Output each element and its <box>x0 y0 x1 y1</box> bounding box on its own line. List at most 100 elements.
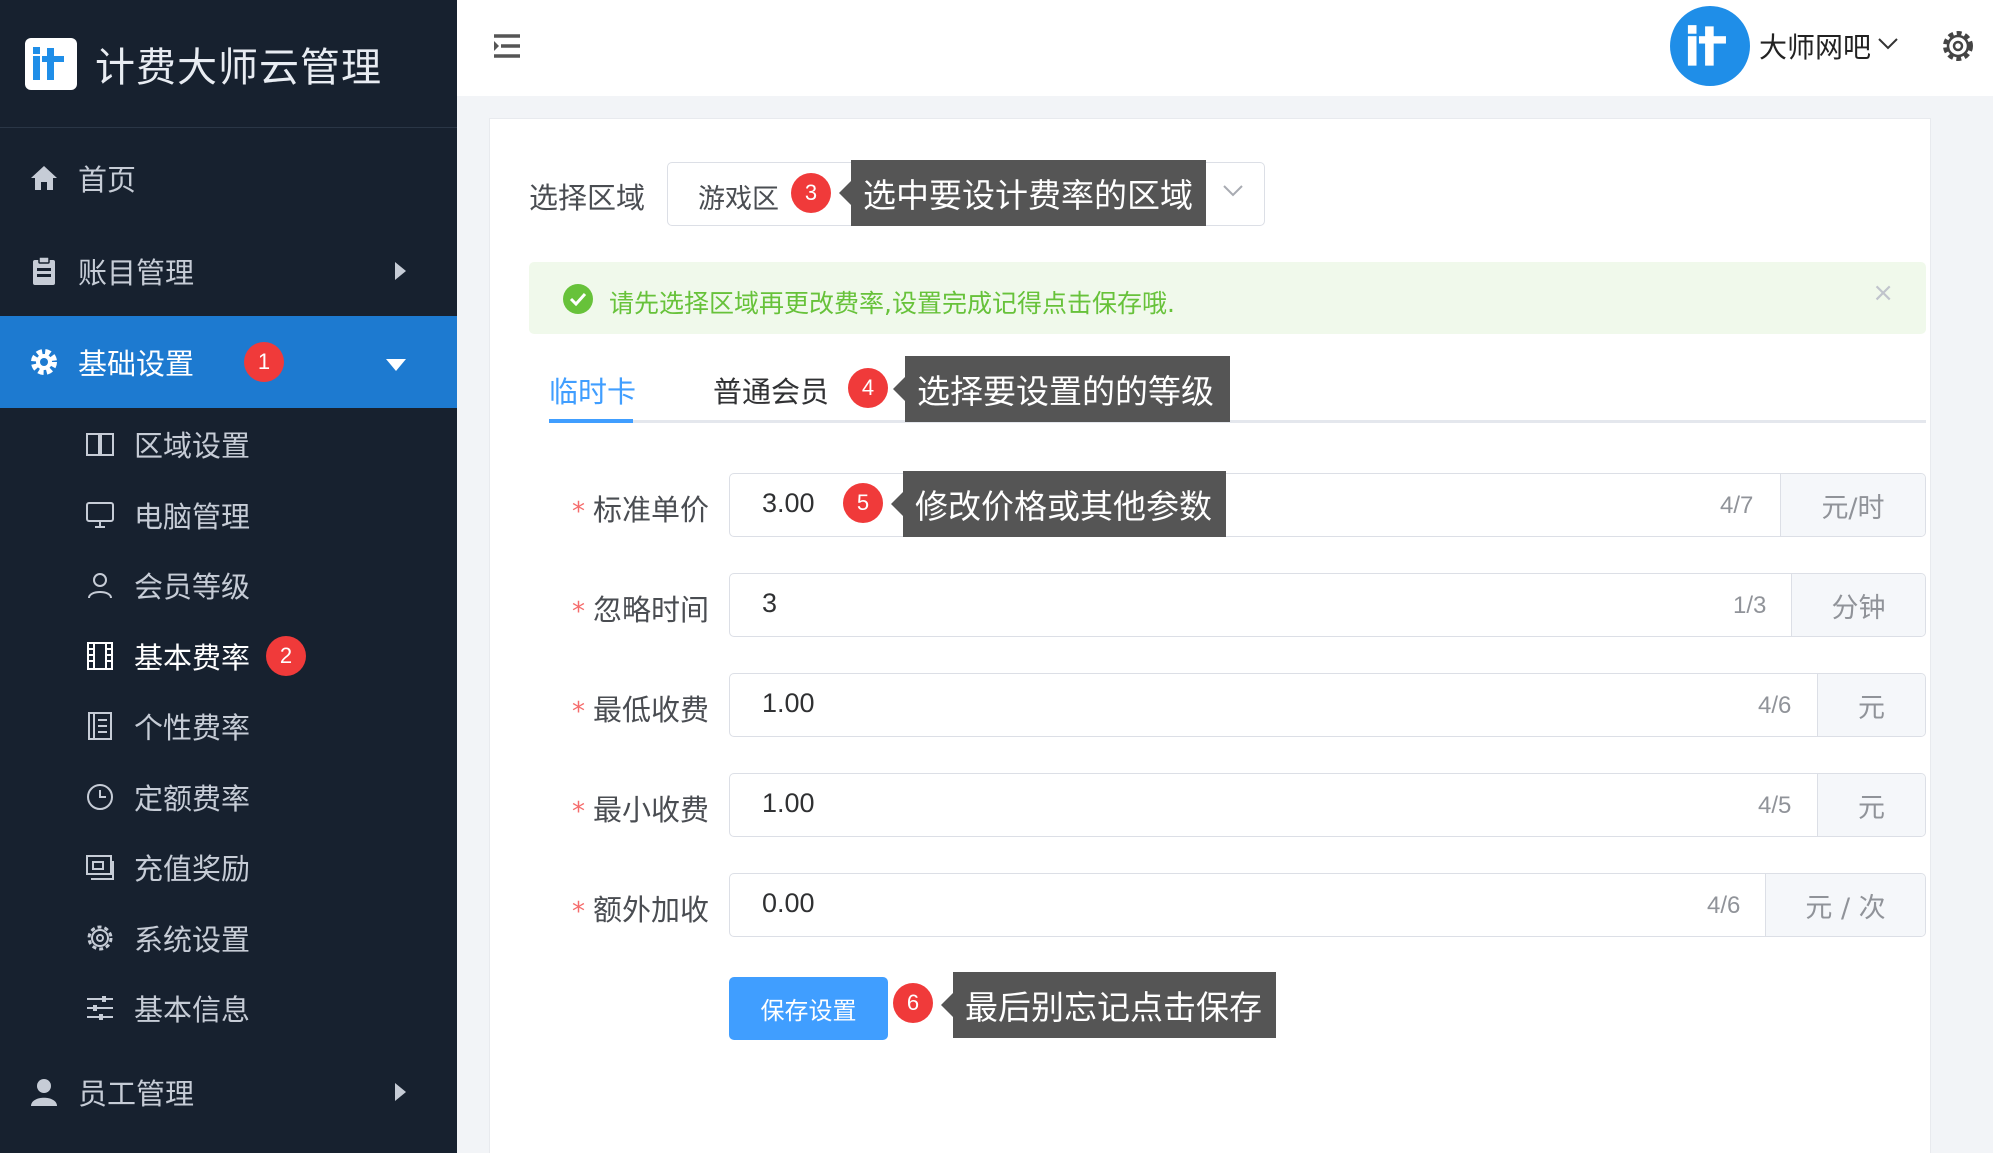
menu-accounts[interactable]: 账目管理 <box>0 225 457 317</box>
minimum-charge-input[interactable]: 1.00 4/6 元 <box>729 673 1926 737</box>
topbar: 大师网吧 <box>457 0 1993 96</box>
info-alert: 请先选择区域再更改费率,设置完成记得点击保存哦. × <box>529 262 1926 334</box>
field-label-ignore-time: * 忽略时间 <box>572 593 710 627</box>
minimum-charge-value: 1.00 <box>762 688 815 718</box>
menu-staff[interactable]: 员工管理 <box>0 1046 457 1138</box>
field-label-standard-price: * 标准单价 <box>572 493 710 527</box>
region-select-value: 游戏区 <box>698 184 779 215</box>
person-icon <box>84 569 116 601</box>
list-icon <box>84 710 116 742</box>
callout-select-region: 选中要设计费率的区域 <box>851 160 1206 226</box>
submenu-label: 充值奖励 <box>134 852 251 886</box>
smallest-charge-value: 1.00 <box>762 788 815 818</box>
ignore-time-unit: 分钟 <box>1791 574 1925 636</box>
logo-bar: 计费大师云管理 <box>0 0 457 128</box>
close-icon[interactable]: × <box>1872 278 1894 308</box>
menu-toggle-icon[interactable] <box>491 30 523 62</box>
submenu-computer-management[interactable]: 电脑管理 <box>0 480 457 550</box>
step-badge-1: 1 <box>244 342 285 382</box>
app-title: 计费大师云管理 <box>95 44 382 91</box>
tab-regular-member[interactable]: 普通会员 <box>713 369 829 411</box>
submenu-recharge-reward[interactable]: 充值奖励 <box>0 832 457 902</box>
tabs-bar <box>549 420 1926 423</box>
caret-right-icon <box>393 1075 407 1109</box>
submenu-basic-info[interactable]: 基本信息 <box>0 973 457 1043</box>
menu-staff-label: 员工管理 <box>78 1077 195 1111</box>
submenu-label: 基本费率 <box>134 641 251 675</box>
tab-active-indicator <box>549 419 633 423</box>
avatar[interactable] <box>1670 6 1750 86</box>
submenu-label: 基本信息 <box>134 993 251 1027</box>
alert-text: 请先选择区域再更改费率,设置完成记得点击保存哦. <box>609 289 1175 318</box>
submenu-system-settings[interactable]: 系统设置 <box>0 903 457 973</box>
wallet-icon <box>84 851 116 883</box>
film-icon <box>84 640 116 672</box>
callout-edit-price: 修改价格或其他参数 <box>903 471 1226 537</box>
minimum-charge-count: 4/6 <box>1758 692 1792 719</box>
extra-charge-input[interactable]: 0.00 4/6 元 / 次 <box>729 873 1926 937</box>
menu-home-label: 首页 <box>78 163 137 197</box>
standard-price-value: 3.00 <box>762 488 815 518</box>
cog-icon <box>84 922 116 954</box>
callout-select-level: 选择要设置的的等级 <box>905 356 1230 422</box>
user-name[interactable]: 大师网吧 <box>1759 26 1871 66</box>
user-icon <box>28 1076 60 1108</box>
monitor-icon <box>84 499 116 531</box>
field-label-extra-charge: * 额外加收 <box>572 893 710 927</box>
callout-save-reminder: 最后别忘记点击保存 <box>953 972 1276 1038</box>
extra-charge-unit: 元 / 次 <box>1765 874 1925 936</box>
field-label-smallest-charge: * 最小收费 <box>572 793 710 827</box>
smallest-charge-count: 4/5 <box>1758 792 1792 819</box>
submenu-label: 个性费率 <box>134 711 251 745</box>
submenu-label: 系统设置 <box>134 923 251 957</box>
sidebar: 计费大师云管理 首页 账目管理 基础设置 1 区域设置 电脑管理 会员等级 基本… <box>0 0 457 1153</box>
submenu-label: 会员等级 <box>134 570 251 604</box>
book-icon <box>84 428 116 460</box>
save-button[interactable]: 保存设置 <box>729 977 888 1040</box>
check-circle-icon <box>563 284 593 314</box>
region-label: 选择区域 <box>529 181 646 215</box>
submenu-member-levels[interactable]: 会员等级 <box>0 550 457 620</box>
standard-price-unit: 元/时 <box>1780 474 1925 536</box>
ignore-time-value: 3 <box>762 588 778 618</box>
sliders-icon <box>84 992 116 1024</box>
caret-down-icon <box>385 345 407 379</box>
submenu-basic-rate[interactable]: 基本费率 2 <box>0 621 457 691</box>
gear-icon <box>28 346 60 378</box>
submenu-custom-rate[interactable]: 个性费率 <box>0 691 457 761</box>
submenu-fixed-rate[interactable]: 定额费率 <box>0 762 457 832</box>
home-icon <box>28 162 60 194</box>
menu-basic-settings[interactable]: 基础设置 1 <box>0 316 457 408</box>
submenu-label: 定额费率 <box>134 782 251 816</box>
menu-home[interactable]: 首页 <box>0 132 457 224</box>
submenu-label: 区域设置 <box>134 429 251 463</box>
clock-icon <box>84 781 116 813</box>
standard-price-count: 4/7 <box>1720 492 1754 519</box>
extra-charge-count: 4/6 <box>1707 892 1741 919</box>
ignore-time-count: 1/3 <box>1733 592 1767 619</box>
step-badge-6: 6 <box>893 983 933 1023</box>
field-label-minimum-charge: * 最低收费 <box>572 693 710 727</box>
caret-right-icon <box>393 254 407 288</box>
logo-icon <box>33 46 64 80</box>
chevron-down-icon <box>1222 183 1244 202</box>
submenu-region-settings[interactable]: 区域设置 <box>0 409 457 479</box>
app-logo <box>25 37 77 90</box>
step-badge-2: 2 <box>266 636 307 676</box>
smallest-charge-unit: 元 <box>1817 774 1925 836</box>
submenu-label: 电脑管理 <box>134 500 251 534</box>
step-badge-4: 4 <box>848 368 888 408</box>
tab-temp-card[interactable]: 临时卡 <box>549 369 636 411</box>
menu-basic-settings-label: 基础设置 <box>78 347 195 381</box>
step-badge-5: 5 <box>843 483 883 523</box>
step-badge-3: 3 <box>791 173 831 213</box>
clipboard-icon <box>28 255 60 287</box>
settings-gear-icon[interactable] <box>1940 28 1976 64</box>
chevron-down-icon[interactable] <box>1877 36 1899 55</box>
menu-accounts-label: 账目管理 <box>78 256 195 290</box>
ignore-time-input[interactable]: 3 1/3 分钟 <box>729 573 1926 637</box>
logo-icon <box>1687 25 1726 66</box>
extra-charge-value: 0.00 <box>762 888 815 918</box>
smallest-charge-input[interactable]: 1.00 4/5 元 <box>729 773 1926 837</box>
minimum-charge-unit: 元 <box>1817 674 1925 736</box>
